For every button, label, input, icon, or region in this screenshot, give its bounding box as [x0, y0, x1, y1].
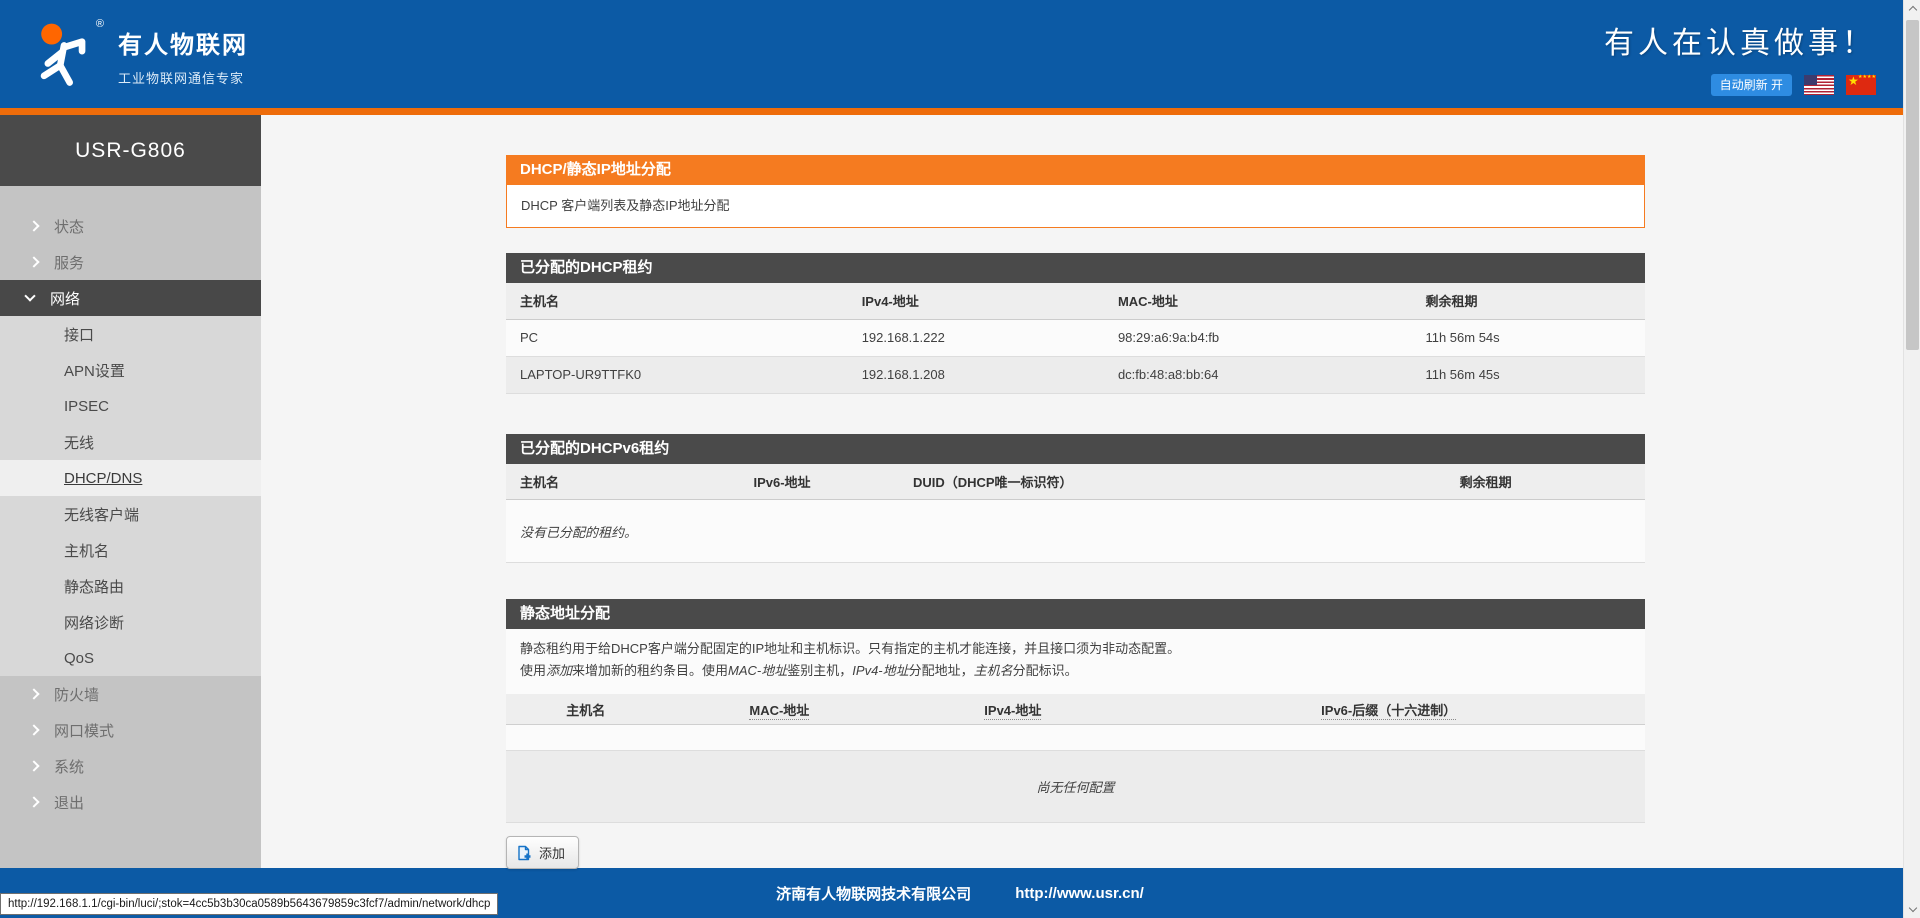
static-leases-header-row: 主机名 MAC-地址 IPv4-地址 IPv6-后缀（十六进制） [506, 694, 1645, 725]
sidebar-item-hostname[interactable]: 主机名 [0, 532, 261, 568]
footer-company: 济南有人物联网技术有限公司 [776, 883, 971, 904]
sidebar-item-system[interactable]: 系统 [0, 748, 261, 784]
description-line: 使用添加来增加新的租约条目。使用MAC-地址鉴别主机，IPv4-地址分配地址，主… [520, 660, 1631, 682]
col-mac: MAC-地址 [1104, 283, 1412, 319]
table-header-row: 主机名 IPv4-地址 MAC-地址 剩余租期 [506, 283, 1645, 319]
static-leases-description: 静态租约用于给DHCP客户端分配固定的IP地址和主机标识。只有指定的主机才能连接… [506, 629, 1645, 694]
dhcp-leases-section: 已分配的DHCP租约 主机名 IPv4-地址 MAC-地址 剩余租期 [506, 253, 1645, 394]
chevron-right-icon [28, 220, 39, 231]
sidebar-item-ipsec[interactable]: IPSEC [0, 388, 261, 424]
chevron-right-icon [28, 688, 39, 699]
table-row: LAPTOP-UR9TTFK0 192.168.1.208 dc:fb:48:a… [506, 356, 1645, 393]
col-duid: DUID（DHCP唯一标识符） [899, 464, 1446, 500]
scroll-down-button[interactable] [1904, 901, 1920, 918]
sidebar-item-interfaces[interactable]: 接口 [0, 316, 261, 352]
page: ® 有人物联网 工业物联网通信专家 有人在认真做事！ 自动刷新 开 ★ ★★★★… [0, 0, 1920, 918]
auto-refresh-toggle[interactable]: 自动刷新 开 [1711, 74, 1792, 96]
static-leases-blank-row [506, 725, 1645, 751]
col-lease-remaining: 剩余租期 [1411, 283, 1645, 319]
brand-slogan: 工业物联网通信专家 [118, 68, 248, 87]
sidebar-item-logout[interactable]: 退出 [0, 784, 261, 820]
dhcpv6-empty-message: 没有已分配的租约。 [506, 500, 1645, 563]
sidebar-item-dhcp-dns[interactable]: DHCP/DNS [0, 460, 261, 496]
tagline: 有人在认真做事！ [1604, 18, 1876, 62]
table-row: PC 192.168.1.222 98:29:a6:9a:b4:fb 11h 5… [506, 319, 1645, 356]
col-hostname: 主机名 [506, 700, 665, 719]
col-ipv6: IPv6-地址 [739, 464, 898, 500]
table-header-row: 主机名 IPv6-地址 DUID（DHCP唯一标识符） 剩余租期 [506, 464, 1645, 500]
scrollbar[interactable] [1903, 0, 1920, 918]
section-title: 静态地址分配 [506, 599, 1645, 629]
col-ipv6-suffix: IPv6-后缀（十六进制） [1132, 700, 1645, 719]
sidebar-item-wireless[interactable]: 无线 [0, 424, 261, 460]
sidebar-item-port-mode[interactable]: 网口模式 [0, 712, 261, 748]
sidebar-item-firewall[interactable]: 防火墙 [0, 676, 261, 712]
sidebar-item-network[interactable]: 网络 [0, 280, 261, 316]
sidebar: USR-G806 状态 服务 网络 接口 APN设置 IPSEC 无线 DHCP… [0, 115, 261, 868]
col-ipv4: IPv4-地址 [848, 283, 1104, 319]
chevron-right-icon [28, 256, 39, 267]
col-lease-remaining: 剩余租期 [1446, 464, 1645, 500]
scrollbar-thumb[interactable] [1906, 20, 1919, 350]
page-subtitle: DHCP 客户端列表及静态IP地址分配 [506, 185, 1645, 228]
sidebar-item-services[interactable]: 服务 [0, 244, 261, 280]
add-button[interactable]: 添加 [506, 836, 579, 869]
sidebar-item-wireless-clients[interactable]: 无线客户端 [0, 496, 261, 532]
scroll-up-button[interactable] [1904, 0, 1920, 17]
col-mac: MAC-地址 [665, 700, 893, 719]
sidebar-item-static-routes[interactable]: 静态路由 [0, 568, 261, 604]
chevron-right-icon [28, 796, 39, 807]
chevron-right-icon [28, 760, 39, 771]
usr-person-logo-icon: ® [26, 16, 102, 92]
brand-name: 有人物联网 [118, 25, 248, 60]
page-title: DHCP/静态IP地址分配 [506, 155, 1645, 185]
registered-mark: ® [96, 18, 104, 30]
cn-flag-icon[interactable]: ★ ★★★★ [1846, 75, 1876, 95]
chevron-down-icon [24, 290, 35, 301]
browser-status-url: http://192.168.1.1/cgi-bin/luci/;stok=4c… [0, 893, 498, 915]
main-content: DHCP/静态IP地址分配 DHCP 客户端列表及静态IP地址分配 已分配的DH… [261, 115, 1920, 868]
dhcp-leases-table: 主机名 IPv4-地址 MAC-地址 剩余租期 PC 192.168.1.222… [506, 283, 1645, 394]
section-title: 已分配的DHCPv6租约 [506, 434, 1645, 464]
us-flag-icon[interactable] [1804, 75, 1834, 95]
section-title: 已分配的DHCP租约 [506, 253, 1645, 283]
col-hostname: 主机名 [506, 283, 848, 319]
chevron-up-icon [1908, 6, 1916, 14]
orange-divider [0, 108, 1920, 115]
footer-url-link[interactable]: http://www.usr.cn/ [1015, 885, 1144, 902]
sidebar-menu: 状态 服务 网络 接口 APN设置 IPSEC 无线 DHCP/DNS 无线客户… [0, 208, 261, 820]
sidebar-item-status[interactable]: 状态 [0, 208, 261, 244]
dhcpv6-leases-table: 主机名 IPv6-地址 DUID（DHCP唯一标识符） 剩余租期 [506, 464, 1645, 501]
brand: ® 有人物联网 工业物联网通信专家 [26, 0, 248, 108]
add-document-icon [516, 845, 532, 861]
chevron-right-icon [28, 724, 39, 735]
description-line: 静态租约用于给DHCP客户端分配固定的IP地址和主机标识。只有指定的主机才能连接… [520, 638, 1631, 660]
top-header: ® 有人物联网 工业物联网通信专家 有人在认真做事！ 自动刷新 开 ★ ★★★★ [0, 0, 1920, 108]
static-leases-empty-message: 尚无任何配置 [506, 751, 1645, 823]
static-leases-section: 静态地址分配 静态租约用于给DHCP客户端分配固定的IP地址和主机标识。只有指定… [506, 599, 1645, 869]
page-header: DHCP/静态IP地址分配 DHCP 客户端列表及静态IP地址分配 [506, 155, 1645, 228]
dhcpv6-leases-section: 已分配的DHCPv6租约 主机名 IPv6-地址 DUID（DHCP唯一标识符）… [506, 434, 1645, 564]
device-name: USR-G806 [0, 115, 261, 186]
sidebar-item-qos[interactable]: QoS [0, 640, 261, 676]
col-hostname: 主机名 [506, 464, 739, 500]
col-ipv4: IPv4-地址 [893, 700, 1132, 719]
chevron-down-icon [1908, 904, 1916, 912]
sidebar-item-apn[interactable]: APN设置 [0, 352, 261, 388]
sidebar-item-diagnostics[interactable]: 网络诊断 [0, 604, 261, 640]
